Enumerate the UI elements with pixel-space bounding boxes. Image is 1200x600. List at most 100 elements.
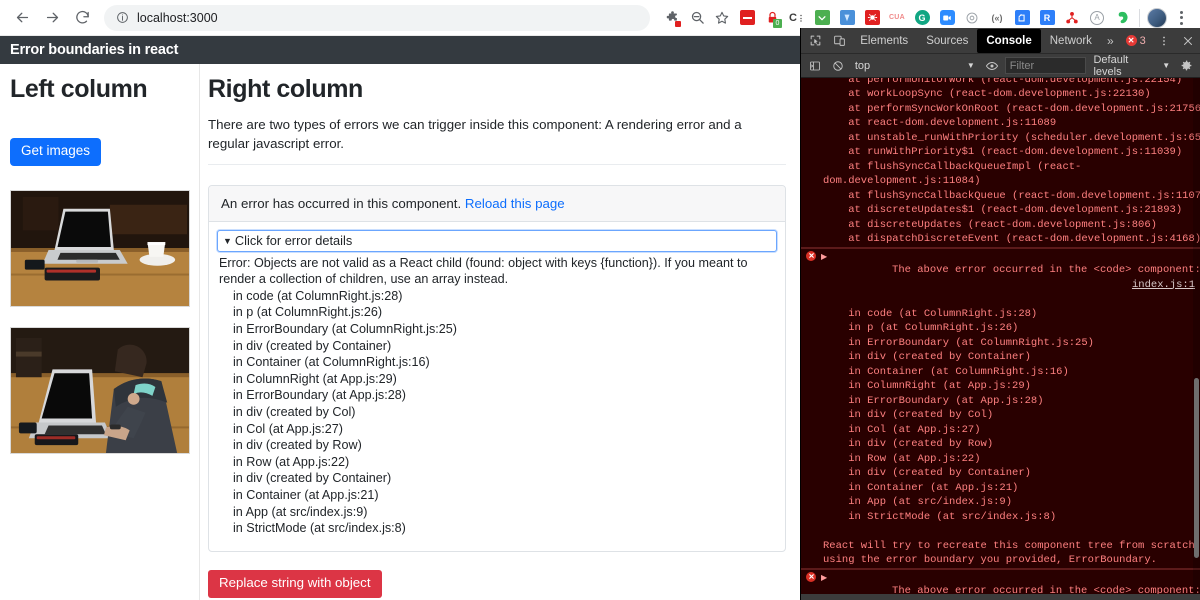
cua-icon[interactable]: CUA xyxy=(885,6,909,30)
right-column-heading: Right column xyxy=(208,75,363,103)
network-extension-icon[interactable] xyxy=(1060,6,1084,30)
more-tabs-icon[interactable]: » xyxy=(1101,34,1120,48)
console-line: in Row (at App.js:22) xyxy=(823,452,981,465)
console-line: at unstable_runWithPriority (scheduler.d… xyxy=(823,131,1200,144)
target-icon[interactable] xyxy=(960,6,984,30)
console-scrollbar-thumb xyxy=(1194,378,1199,558)
site-info-icon[interactable] xyxy=(116,11,129,24)
back-icon[interactable] xyxy=(8,4,36,32)
error-count-text: 3 xyxy=(1139,34,1146,47)
console-filter-input[interactable]: Filter xyxy=(1004,57,1087,74)
error-card-message: An error has occurred in this component.… xyxy=(209,185,785,222)
console-line: at performUnitOfWork (react-dom.developm… xyxy=(823,78,1183,86)
console-error-headline: The above error occurred in the <code> c… xyxy=(801,249,1200,307)
error-stack-text: Error: Objects are not valid as a React … xyxy=(219,255,748,536)
live-expression-eye-icon[interactable] xyxy=(982,57,1002,75)
grammarly-icon[interactable]: G xyxy=(910,6,934,30)
console-output[interactable]: at beginWork$1 (react-dom.development.js… xyxy=(801,78,1200,600)
console-line: at runWithPriority$1 (react-dom.developm… xyxy=(823,146,1183,158)
console-recovery-line: React will try to recreate this componen… xyxy=(823,539,1195,552)
error-details-summary-label: Click for error details xyxy=(234,232,353,248)
page-viewport: Left column Get images Right column Ther… xyxy=(0,64,800,600)
privacy-badger-icon[interactable]: 0 xyxy=(760,6,784,30)
thumbnail-image-2 xyxy=(10,326,190,454)
console-line: at performSyncWorkOnRoot (react-dom.deve… xyxy=(823,102,1200,115)
chrome-menu-icon[interactable] xyxy=(1170,6,1192,30)
address-bar[interactable]: localhost:3000 xyxy=(104,4,650,31)
console-line: at dispatchDiscreteEvent (react-dom.deve… xyxy=(823,233,1200,245)
execution-context-value: top xyxy=(854,59,871,72)
tab-network[interactable]: Network xyxy=(1041,29,1101,53)
bookmark-star-icon[interactable] xyxy=(710,6,734,30)
console-line: in Container (at ColumnRight.js:16) xyxy=(823,365,1069,378)
reload-page-link[interactable]: Reload this page xyxy=(465,196,565,211)
left-column: Left column Get images xyxy=(0,64,200,600)
colorzilla-icon[interactable]: C⋮ xyxy=(785,6,809,30)
zoom-meeting-icon[interactable] xyxy=(935,6,959,30)
close-icon[interactable] xyxy=(1176,29,1200,53)
replace-string-with-object-button[interactable]: Replace string with object xyxy=(208,569,382,598)
console-settings-gear-icon[interactable] xyxy=(1176,57,1196,75)
accessibility-icon[interactable]: A xyxy=(1085,6,1109,30)
app-title: Error boundaries in react xyxy=(10,42,179,58)
tab-sources[interactable]: Sources xyxy=(917,29,977,53)
evernote-icon[interactable] xyxy=(1110,6,1134,30)
clear-console-icon[interactable] xyxy=(828,57,848,75)
console-line: in ColumnRight (at App.js:29) xyxy=(823,380,1031,392)
devtools-more-options-icon[interactable] xyxy=(1152,29,1176,53)
console-line: in div (created by Row) xyxy=(823,438,994,450)
error-card-body: ▼ Click for error details Error: Objects … xyxy=(209,222,785,551)
console-toolbar: top ▼ Filter Default levels ▼ xyxy=(801,54,1200,78)
error-count-badge[interactable]: ✕ 3 xyxy=(1120,35,1152,47)
console-line: at flushSyncCallbackQueue (react-dom.dev… xyxy=(823,189,1200,202)
clipboard-extension-icon[interactable] xyxy=(1010,6,1034,30)
error-dot-icon: ✕ xyxy=(1125,35,1137,46)
tab-console[interactable]: Console xyxy=(977,28,1041,53)
reload-icon[interactable] xyxy=(68,4,96,32)
triangle-down-icon: ▼ xyxy=(223,235,232,246)
zoom-out-icon[interactable] xyxy=(685,6,709,30)
forward-icon[interactable] xyxy=(38,4,66,32)
react-devtools-icon[interactable]: R xyxy=(1035,6,1059,30)
right-column-lead: There are two types of errors we can tri… xyxy=(208,117,742,152)
console-levels-value: Default levels xyxy=(1093,53,1129,78)
console-sidebar-icon[interactable] xyxy=(805,57,825,75)
console-line: in Container (at App.js:21) xyxy=(823,481,1019,494)
console-stack-block-top: at beginWork$1 (react-dom.development.js… xyxy=(801,78,1200,248)
console-line: in ErrorBoundary (at ColumnRight.js:25) xyxy=(823,336,1094,349)
console-line: in div (created by Container) xyxy=(823,351,1031,363)
app-header: Error boundaries in react xyxy=(0,36,800,64)
save-to-pocket-icon[interactable] xyxy=(810,6,834,30)
left-column-heading: Left column xyxy=(10,75,148,103)
console-line: at discreteUpdates$1 (react-dom.developm… xyxy=(823,204,1183,216)
chevron-down-icon: ▼ xyxy=(1162,61,1171,70)
error-details-disclosure[interactable]: ▼ Click for error details Error: Objects … xyxy=(216,228,778,537)
divider-top xyxy=(208,163,786,165)
console-recovery-line: using the error boundary you provided, E… xyxy=(823,554,1157,566)
console-error-headline-text: The above error occurred in the <code> c… xyxy=(892,264,1200,276)
get-images-button[interactable]: Get images xyxy=(10,138,102,166)
device-toolbar-icon[interactable] xyxy=(827,29,851,53)
avatar[interactable] xyxy=(1145,6,1169,30)
inspect-element-icon[interactable] xyxy=(803,29,827,53)
error-message-text: An error has occurred in this component. xyxy=(221,195,462,211)
error-details-summary[interactable]: ▼ Click for error details xyxy=(216,228,778,253)
console-scrollbar[interactable] xyxy=(1193,78,1200,600)
wifi-extension-icon[interactable]: («) xyxy=(985,6,1009,30)
console-line: at react-dom.development.js:11089 xyxy=(823,117,1057,129)
console-line: at flushSyncCallbackQueueImpl (react-dom… xyxy=(823,160,1082,188)
tab-elements[interactable]: Elements xyxy=(851,29,917,53)
bug-extension-icon[interactable] xyxy=(860,6,884,30)
console-line: in Col (at App.js:27) xyxy=(823,423,981,436)
adblock-icon[interactable] xyxy=(735,6,759,30)
devtools-panel: Elements Sources Console Network » ✕ 3 t… xyxy=(800,28,1200,600)
console-line: in App (at src/index.js:9) xyxy=(823,496,1013,508)
error-card: An error has occurred in this component.… xyxy=(208,184,786,552)
console-source-link[interactable]: index.js:1 xyxy=(1132,278,1195,293)
puzzle-extension-icon[interactable] xyxy=(660,6,684,30)
execution-context-select[interactable]: top ▼ xyxy=(851,57,979,75)
wappalyzer-icon[interactable] xyxy=(835,6,859,30)
thumbnail-image-1 xyxy=(10,189,190,307)
console-levels-select[interactable]: Default levels ▼ xyxy=(1093,54,1170,78)
console-line: in ErrorBoundary (at App.js:28) xyxy=(823,394,1044,407)
